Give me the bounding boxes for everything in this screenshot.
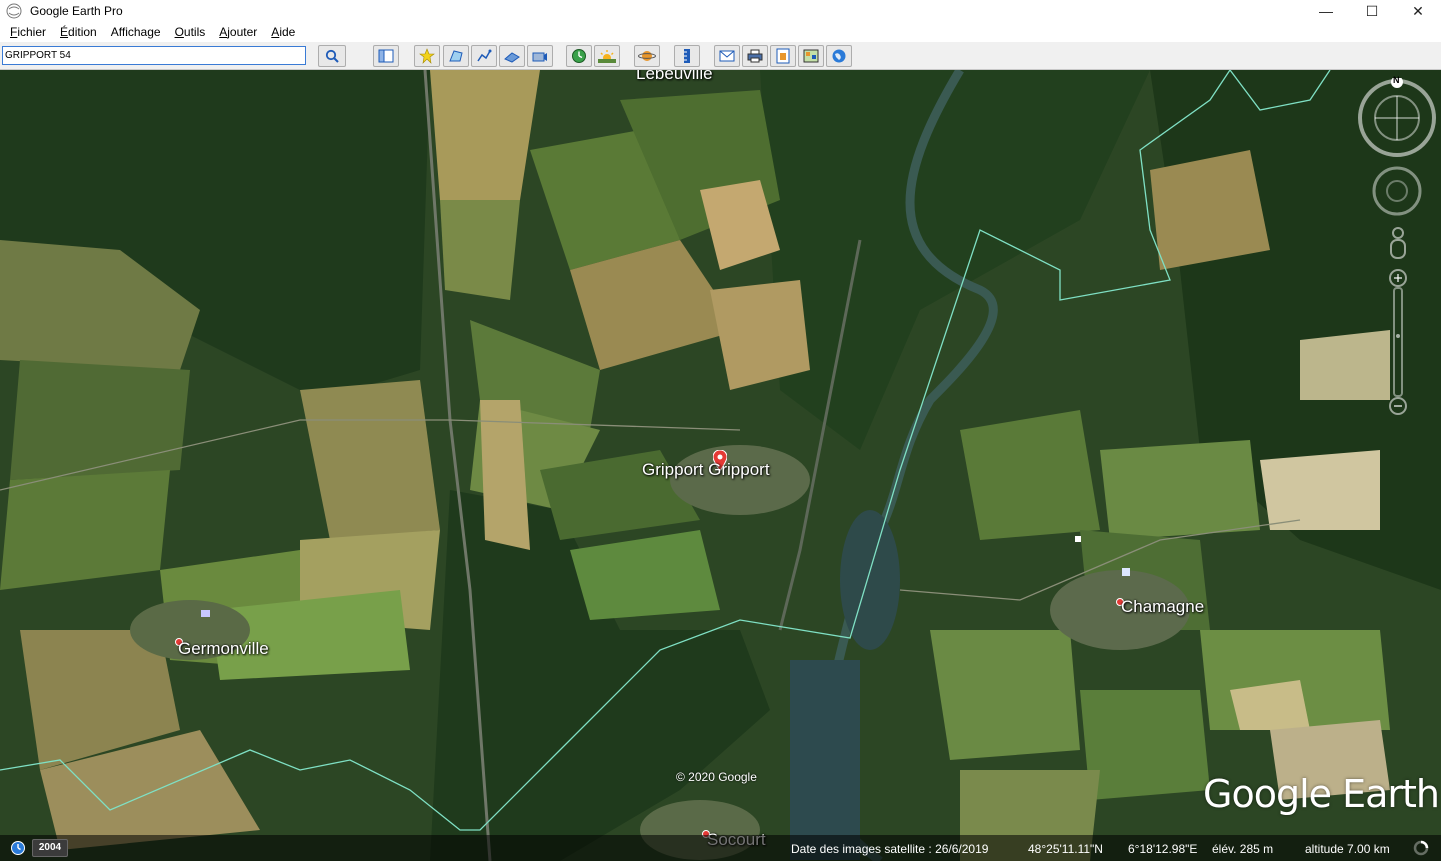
save-icon (776, 48, 790, 64)
menu-edition[interactable]: Édition (54, 25, 103, 39)
latitude-readout: 48°25'11.11"N (1028, 842, 1103, 856)
map-icon (803, 49, 819, 63)
camera-icon (532, 52, 547, 62)
menu-label: jouter (227, 25, 258, 39)
street-view-pegman-icon[interactable] (1387, 226, 1409, 262)
place-label-germonville[interactable]: Germonville (178, 639, 269, 659)
menu-label: utils (183, 25, 206, 39)
place-label-gripport[interactable]: Gripport Gripport (642, 460, 770, 480)
planet-icon (638, 51, 656, 61)
menu-affichage[interactable]: Affichage (105, 25, 167, 39)
zoom-slider[interactable] (1386, 268, 1410, 418)
add-placemark-button[interactable] (414, 45, 440, 67)
navigation-controls: N (1358, 75, 1438, 418)
altitude-readout: altitude 7.00 km (1305, 842, 1390, 856)
window-controls: — ☐ ✕ (1303, 0, 1441, 22)
printer-icon (747, 49, 763, 63)
elevation-readout: élév. 285 m (1212, 842, 1274, 856)
minimize-button[interactable]: — (1303, 0, 1349, 22)
menu-label: ide (279, 25, 296, 39)
add-path-button[interactable] (471, 45, 497, 67)
map-viewport[interactable]: Lebeuville Gripport Gripport Germonville… (0, 70, 1441, 861)
ruler-icon (684, 49, 690, 63)
imagery-date: Date des images satellite : 26/6/2019 (791, 842, 989, 856)
close-button[interactable]: ✕ (1395, 0, 1441, 22)
copyright-notice: © 2020 Google (676, 770, 757, 784)
image-overlay-icon (504, 52, 520, 63)
email-button[interactable] (714, 45, 740, 67)
planets-button[interactable] (634, 45, 660, 67)
globe-icon (832, 49, 846, 63)
google-earth-icon (6, 3, 22, 19)
place-label-chamagne[interactable]: Chamagne (1121, 597, 1204, 617)
add-polygon-button[interactable] (443, 45, 469, 67)
sun-icon (598, 50, 616, 63)
historical-clock-icon[interactable] (10, 840, 26, 856)
north-indicator[interactable]: N (1393, 75, 1400, 85)
compass-ring[interactable] (1358, 78, 1438, 158)
look-joystick[interactable] (1372, 166, 1422, 216)
google-earth-logo: Google Earth (1203, 772, 1440, 816)
maximize-button[interactable]: ☐ (1349, 0, 1395, 22)
save-image-button[interactable] (770, 45, 796, 67)
sidebar-icon (378, 49, 394, 63)
sunlight-button[interactable] (594, 45, 620, 67)
longitude-readout: 6°18'12.98"E (1128, 842, 1198, 856)
envelope-icon (719, 50, 735, 62)
menu-outils[interactable]: Outils (169, 25, 212, 39)
search-icon (325, 49, 339, 63)
menu-label: Affichage (110, 25, 161, 39)
search-button[interactable] (318, 45, 346, 67)
menu-label: dition (68, 25, 97, 39)
path-icon (477, 49, 492, 62)
menu-fichier[interactable]: Fichier (4, 25, 52, 39)
imagery-year-badge[interactable]: 2004 (32, 839, 68, 857)
status-bar: 2004 Date des images satellite : 26/6/20… (0, 835, 1441, 861)
menu-bar: Fichier Édition Affichage Outils Ajouter… (0, 22, 1441, 42)
menu-mnemonic: O (174, 25, 184, 39)
menu-aide[interactable]: Aide (265, 25, 301, 39)
menu-mnemonic: É (60, 25, 69, 39)
polygon-icon (449, 50, 463, 62)
ruler-button[interactable] (674, 45, 700, 67)
search-input[interactable]: GRIPPORT 54 (2, 46, 306, 65)
window-title: Google Earth Pro (30, 4, 123, 18)
menu-label: ichier (17, 25, 47, 39)
clock-icon (572, 49, 586, 63)
earth-view-button[interactable] (826, 45, 852, 67)
title-bar: Google Earth Pro — ☐ ✕ (0, 0, 1441, 22)
print-button[interactable] (742, 45, 768, 67)
view-in-maps-button[interactable] (798, 45, 824, 67)
sidebar-toggle-button[interactable] (373, 45, 399, 67)
menu-ajouter[interactable]: Ajouter (213, 25, 263, 39)
pushpin-icon (419, 48, 435, 64)
toolbar: GRIPPORT 54 (0, 42, 1441, 70)
add-image-overlay-button[interactable] (499, 45, 525, 67)
historical-imagery-button[interactable] (566, 45, 592, 67)
loading-spinner-icon (1413, 840, 1429, 856)
place-label-lebeuville[interactable]: Lebeuville (636, 70, 713, 84)
record-tour-button[interactable] (527, 45, 553, 67)
